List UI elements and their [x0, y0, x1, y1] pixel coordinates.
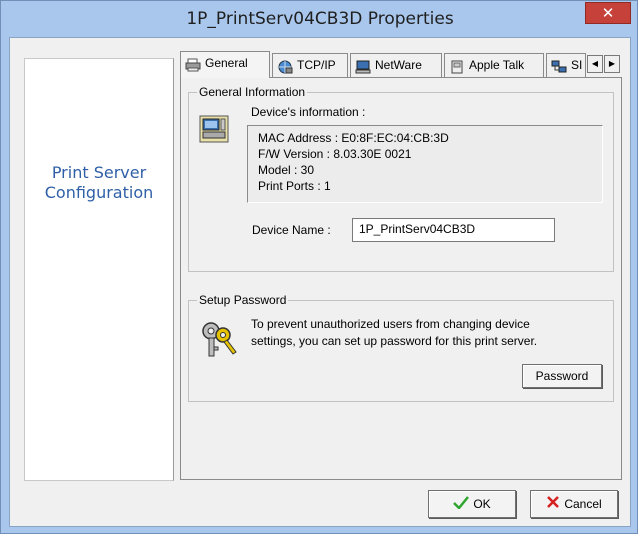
tab-si-label: SI	[571, 58, 583, 72]
banner-line-1: Print Server	[51, 163, 147, 182]
print-ports-text: Print Ports : 1	[258, 179, 331, 193]
device-name-field[interactable]: 1P_PrintServ04CB3D	[352, 218, 555, 242]
left-banner: Print Server Configuration	[24, 58, 174, 481]
dialog-client-area: Print Server Configuration General TCP/I…	[9, 37, 631, 527]
tab-scroll-left-button[interactable]: ◀	[587, 55, 603, 73]
general-information-legend: General Information	[197, 85, 308, 99]
tab-netware[interactable]: NetWare	[350, 53, 442, 77]
general-information-group: General Information Device's information…	[188, 85, 614, 272]
computer-icon	[355, 59, 371, 74]
device-name-label: Device Name :	[252, 223, 331, 237]
tab-si[interactable]: SI	[546, 53, 586, 77]
device-info-label: Device's information :	[251, 105, 366, 119]
password-description-line-2: settings, you can set up password for th…	[251, 334, 538, 348]
checkmark-icon	[453, 492, 470, 518]
tab-tcpip-label: TCP/IP	[297, 58, 336, 72]
device-info-icon	[199, 115, 229, 148]
password-button[interactable]: Password	[522, 364, 602, 388]
tab-netware-label: NetWare	[375, 58, 422, 72]
general-tab-panel: General Information Device's information…	[180, 77, 622, 480]
tab-tcpip[interactable]: TCP/IP	[272, 53, 348, 77]
cancel-button-label: Cancel	[564, 497, 602, 511]
ok-button-label: OK	[473, 497, 491, 511]
setup-password-group: Setup Password To prevent unauthorized u…	[188, 293, 614, 402]
password-description-line-1: To prevent unauthorized users from chang…	[251, 317, 530, 331]
firmware-version-text: F/W Version : 8.03.30E 0021	[258, 147, 412, 161]
keys-icon	[199, 319, 239, 364]
mac-address-text: MAC Address : E0:8F:EC:04:CB:3D	[258, 131, 449, 145]
tab-strip: General TCP/IP NetWare Apple Talk SI ◀ ▶	[180, 51, 620, 78]
apple-talk-icon	[449, 59, 465, 74]
window-title: 1P_PrintServ04CB3D Properties	[186, 9, 454, 29]
cancel-button[interactable]: Cancel	[530, 490, 618, 518]
tab-general[interactable]: General	[180, 51, 270, 78]
close-button[interactable]: ✕	[585, 2, 631, 24]
setup-password-legend: Setup Password	[197, 293, 289, 307]
network-computers-icon	[551, 59, 567, 73]
banner-text: Print Server Configuration	[25, 163, 173, 203]
title-bar[interactable]: 1P_PrintServ04CB3D Properties ✕	[1, 1, 638, 37]
model-text: Model : 30	[258, 163, 315, 177]
tab-scroll-right-button[interactable]: ▶	[604, 55, 620, 73]
ok-button[interactable]: OK	[428, 490, 516, 518]
properties-window: 1P_PrintServ04CB3D Properties ✕ Print Se…	[0, 0, 638, 534]
network-globe-icon	[277, 59, 293, 74]
tab-apple-talk[interactable]: Apple Talk	[444, 53, 544, 77]
device-info-box: MAC Address : E0:8F:EC:04:CB:3D F/W Vers…	[247, 125, 603, 203]
printer-icon	[185, 57, 201, 72]
banner-line-2: Configuration	[44, 183, 154, 202]
tab-apple-talk-label: Apple Talk	[469, 58, 525, 72]
cross-icon	[546, 492, 560, 518]
tab-general-label: General	[205, 56, 248, 70]
